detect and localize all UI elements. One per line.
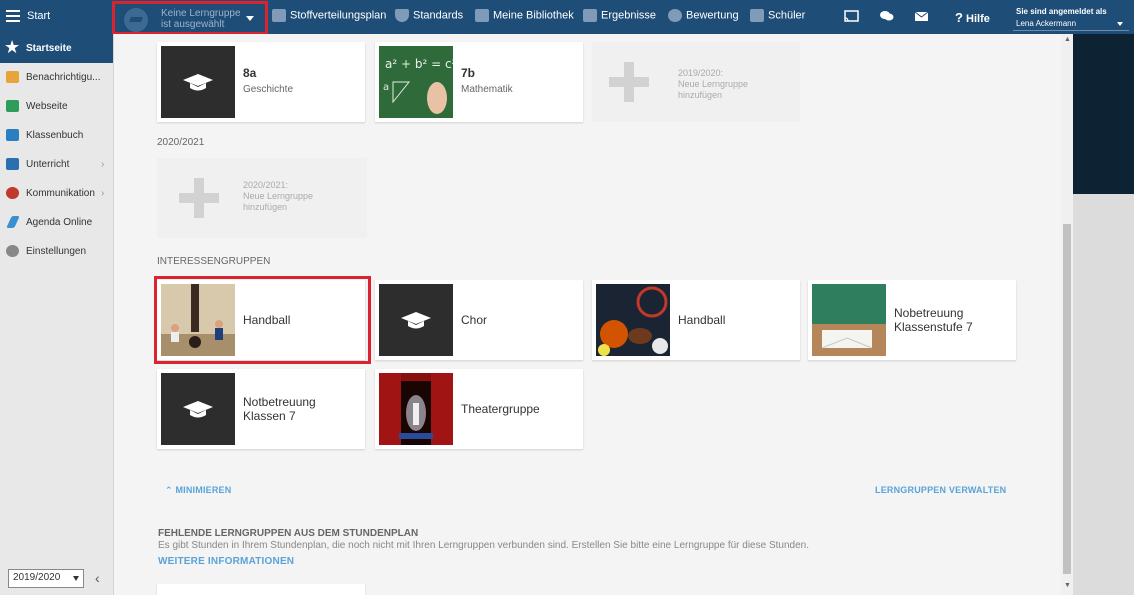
sidebar-item-kommunikation[interactable]: Kommunikation ›: [0, 179, 113, 208]
svg-text:a² + b² = c²: a² + b² = c²: [385, 57, 453, 71]
house-icon: [6, 100, 19, 112]
group-card-8a[interactable]: 8a Geschichte: [157, 42, 365, 122]
theater-photo: [379, 373, 453, 445]
more-info-link[interactable]: WEITERE INFORMATIONEN: [158, 556, 294, 567]
nav-schueler[interactable]: Schüler: [750, 9, 805, 25]
missing-groups-description: Es gibt Stunden in Ihrem Stundenplan, di…: [158, 540, 809, 551]
group-thumb: [161, 373, 235, 445]
sidebar-item-startseite[interactable]: ★ Startseite: [0, 34, 113, 63]
group-thumb: [379, 284, 453, 356]
nav-bewertung[interactable]: Bewertung: [668, 9, 739, 25]
group-title: Handball: [678, 313, 726, 327]
group-title: Nobetreuung Klassenstufe 7: [894, 306, 973, 334]
scroll-thumb[interactable]: [1063, 224, 1071, 574]
sidebar-item-benachrichtigungen[interactable]: Benachrichtigu...: [0, 63, 113, 92]
group-title: Chor: [461, 313, 488, 327]
year-section-label: 2020/2021: [157, 137, 205, 148]
nav-ergebnisse[interactable]: Ergebnisse: [583, 9, 656, 25]
interest-card-handball-2[interactable]: Handball: [592, 280, 800, 360]
bar-chart-icon: [583, 9, 597, 22]
user-caption: Sie sind angemeldet als: [1016, 7, 1107, 16]
calendar-icon: [272, 9, 286, 22]
manage-groups-link[interactable]: LERNGRUPPEN VERWALTEN: [875, 485, 1006, 495]
mail-icon[interactable]: [914, 10, 929, 22]
chat-icon: [6, 187, 19, 199]
group-title: Notbetreuung Klassen 7: [243, 395, 316, 423]
chevron-up-icon: ⌃: [165, 485, 173, 495]
group-title: Theatergruppe: [461, 402, 540, 416]
top-bar: Start Keine Lerngruppe ist ausgewählt St…: [0, 0, 1134, 35]
group-card-7b[interactable]: a² + b² = c² a 7b Mathematik: [375, 42, 583, 122]
add-group-2019-card[interactable]: 2019/2020: Neue Lerngruppe hinzufügen: [592, 42, 800, 122]
interest-card-chor[interactable]: Chor: [375, 280, 583, 360]
missing-groups-heading: FEHLENDE LERNGRUPPEN AUS DEM STUNDENPLAN: [158, 528, 419, 539]
students-icon: [750, 9, 764, 22]
nav-meine-bibliothek[interactable]: Meine Bibliothek: [475, 9, 574, 25]
learning-group-select[interactable]: Keine Lerngruppe ist ausgewählt: [112, 1, 268, 35]
add-group-label: 2019/2020: Neue Lerngruppe hinzufügen: [678, 68, 749, 100]
add-group-label: 2020/2021: Neue Lerngruppe hinzufügen: [243, 180, 314, 212]
graduation-cap-icon: [401, 312, 431, 329]
add-group-2020-card[interactable]: 2020/2021: Neue Lerngruppe hinzufügen: [157, 158, 367, 238]
user-menu[interactable]: Sie sind angemeldet als Lena Ackermann: [1013, 3, 1129, 31]
nav-standards[interactable]: Standards: [395, 9, 463, 25]
main-scrollbar[interactable]: ▲ ▼: [1061, 34, 1073, 595]
star-icon: ★: [4, 37, 21, 57]
sidebar: ★ Startseite Benachrichtigu... Webseite …: [0, 34, 114, 595]
graduation-cap-icon: [183, 74, 213, 91]
chevron-down-icon: [246, 16, 254, 21]
help-link[interactable]: ? Hilfe: [955, 10, 990, 25]
sports-balls-photo: [596, 284, 670, 356]
chevron-right-icon: ›: [101, 159, 105, 170]
sidebar-item-webseite[interactable]: Webseite: [0, 92, 113, 121]
menu-icon[interactable]: [6, 10, 20, 22]
group-title: 7b: [461, 66, 476, 80]
graduation-cap-icon: [183, 401, 213, 418]
group-select-label: Keine Lerngruppe ist ausgewählt: [161, 8, 241, 30]
book-icon: [6, 129, 19, 141]
rating-icon: [668, 9, 682, 22]
background-panel: [1073, 34, 1134, 595]
chevron-right-icon: ›: [101, 188, 105, 199]
library-icon: [475, 9, 489, 22]
cast-icon[interactable]: [844, 10, 859, 22]
minimize-link[interactable]: ⌃ MINIMIEREN: [165, 485, 231, 496]
group-thumb: [161, 46, 235, 118]
interest-card-nobetreuung[interactable]: Nobetreuung Klassenstufe 7: [808, 280, 1016, 360]
selection-highlight: [154, 276, 371, 364]
envelope-icon: [6, 71, 19, 83]
gear-icon: [6, 245, 19, 257]
user-name: Lena Ackermann: [1016, 19, 1077, 28]
interest-groups-heading: INTERESSENGRUPPEN: [157, 256, 271, 267]
partial-card: [157, 584, 365, 595]
sidebar-item-unterricht[interactable]: Unterricht ›: [0, 150, 113, 179]
school-year-select[interactable]: 2019/2020: [8, 569, 84, 588]
graduation-cap-icon: [124, 8, 148, 32]
shield-icon: [395, 9, 409, 22]
sidebar-item-agenda-online[interactable]: Agenda Online: [0, 208, 113, 237]
interest-card-theatergruppe[interactable]: Theatergruppe: [375, 369, 583, 449]
scroll-down-icon[interactable]: ▼: [1064, 582, 1071, 589]
group-title: 8a: [243, 66, 257, 80]
sidebar-item-einstellungen[interactable]: Einstellungen: [0, 237, 113, 266]
nav-stoffverteilungsplan[interactable]: Stoffverteilungsplan: [272, 9, 386, 25]
interest-card-notbetreuung[interactable]: Notbetreuung Klassen 7: [157, 369, 365, 449]
pencil-icon: [6, 216, 20, 228]
sidebar-item-klassenbuch[interactable]: Klassenbuch: [0, 121, 113, 150]
question-icon: ?: [955, 10, 963, 25]
chat-icon[interactable]: [879, 10, 894, 22]
main-content: 8a Geschichte a² + b² = c² a 7b Mathemat…: [114, 34, 1061, 595]
classroom-photo: [812, 284, 886, 356]
collapse-sidebar-icon[interactable]: ‹: [95, 570, 100, 586]
chevron-down-icon: [1117, 22, 1123, 26]
start-link[interactable]: Start: [27, 10, 50, 22]
group-subject: Geschichte: [243, 84, 294, 95]
chalkboard-photo: a² + b² = c² a: [379, 46, 457, 118]
chevron-down-icon: [73, 576, 79, 581]
scroll-up-icon[interactable]: ▲: [1064, 36, 1071, 43]
svg-text:a: a: [383, 82, 389, 93]
group-subject: Mathematik: [461, 84, 513, 95]
classroom-icon: [6, 158, 19, 170]
